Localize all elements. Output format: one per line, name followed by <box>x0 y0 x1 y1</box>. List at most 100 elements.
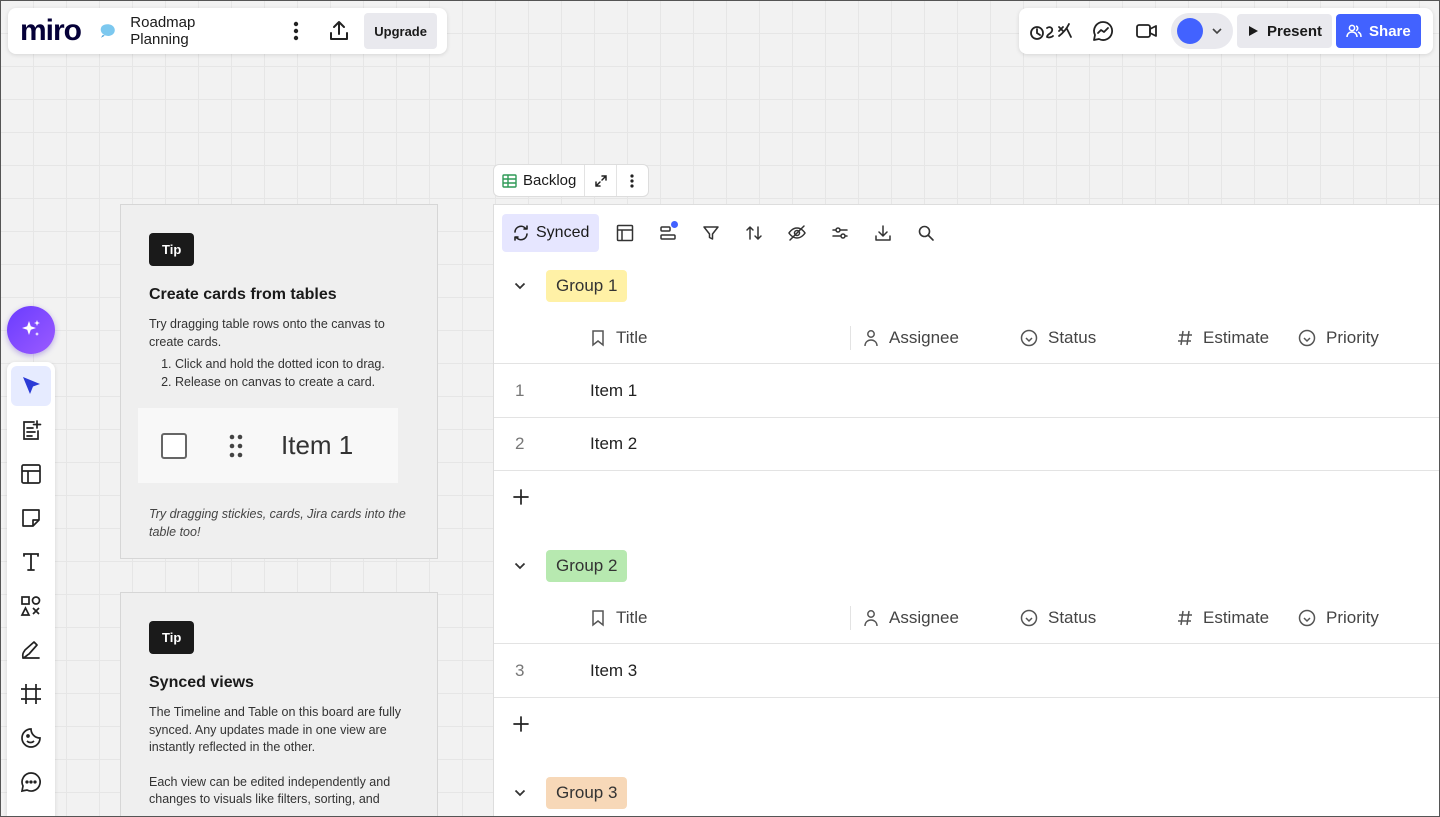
column-estimate[interactable]: Estimate <box>1177 312 1269 364</box>
column-divider <box>850 326 851 350</box>
comment-tool[interactable] <box>11 762 51 802</box>
sticky-note-icon <box>22 509 40 527</box>
expand-icon[interactable] <box>585 165 617 196</box>
chevron-down-icon[interactable] <box>494 282 546 290</box>
plus-icon <box>513 489 529 505</box>
comment-icon <box>20 772 41 793</box>
bookmark-icon <box>592 329 604 347</box>
miro-logo[interactable]: miro <box>20 16 82 46</box>
column-priority[interactable]: Priority <box>1298 312 1379 364</box>
column-status[interactable]: Status <box>1020 312 1096 364</box>
table-more-icon[interactable] <box>617 165 648 196</box>
chat-icon[interactable] <box>1087 15 1119 47</box>
tip-badge: Tip <box>149 621 195 654</box>
group-header[interactable]: Group 1 <box>494 269 628 303</box>
table-name[interactable]: Backlog <box>494 165 586 196</box>
column-header-row: Title Assignee Status Estimate Priority <box>494 592 1440 644</box>
column-label: Status <box>1048 607 1097 627</box>
column-label: Title <box>616 327 648 347</box>
layout-view-icon[interactable] <box>603 214 646 252</box>
table-toolbar: Synced <box>494 205 1440 261</box>
filter-icon[interactable] <box>689 214 732 252</box>
drag-handle-icon <box>229 434 243 457</box>
group-by-icon[interactable] <box>646 214 689 252</box>
tip-card-synced-views[interactable]: Tip Synced views The Timeline and Table … <box>120 592 438 817</box>
settings-sliders-icon[interactable] <box>818 214 861 252</box>
share-button[interactable]: Share <box>1336 14 1421 48</box>
play-icon <box>1249 26 1258 36</box>
tip-card-create-cards[interactable]: Tip Create cards from tables Try draggin… <box>120 204 438 559</box>
active-indicator <box>671 221 679 228</box>
column-divider <box>850 606 851 630</box>
board-name[interactable]: Roadmap Planning <box>130 14 253 48</box>
shapes-tool[interactable] <box>11 586 51 626</box>
more-menu-icon[interactable] <box>281 15 312 47</box>
templates-tool[interactable] <box>11 410 51 450</box>
sparkle-icon <box>22 320 40 336</box>
tip-paragraph: The Timeline and Table on this board are… <box>149 705 402 754</box>
person-icon <box>864 329 878 346</box>
column-estimate[interactable]: Estimate <box>1177 592 1269 644</box>
table-widget: Synced Group 1 Title Assignee Status Est… <box>493 204 1440 817</box>
sync-icon <box>514 225 528 241</box>
bookmark-icon <box>592 609 604 627</box>
tip-steps: Click and hold the dotted icon to drag. … <box>149 355 437 391</box>
column-status[interactable]: Status <box>1020 592 1096 644</box>
sticky-note-tool[interactable] <box>11 498 51 538</box>
group-label[interactable]: Group 2 <box>546 550 628 582</box>
search-icon[interactable] <box>904 214 947 252</box>
video-call-icon[interactable] <box>1131 15 1163 47</box>
group-label[interactable]: Group 1 <box>546 270 628 302</box>
column-priority[interactable]: Priority <box>1298 592 1379 644</box>
download-icon[interactable] <box>861 214 904 252</box>
column-label: Priority <box>1326 607 1379 627</box>
present-label: Present <box>1267 22 1323 40</box>
chevron-down-icon[interactable] <box>494 562 546 570</box>
sort-icon[interactable] <box>732 214 775 252</box>
frame-icon <box>21 684 41 704</box>
export-icon[interactable] <box>324 15 355 47</box>
row-title[interactable]: Item 2 <box>590 418 637 470</box>
column-title[interactable]: Title <box>590 592 648 644</box>
stickers-tool[interactable] <box>11 718 51 758</box>
frame-tool[interactable] <box>11 674 51 714</box>
present-button[interactable]: Present <box>1237 14 1333 48</box>
synced-button[interactable]: Synced <box>502 214 600 252</box>
select-tool[interactable] <box>11 366 51 406</box>
status-icon <box>1020 329 1038 346</box>
table-row[interactable]: 1 Item 1 <box>494 365 1440 418</box>
column-assignee[interactable]: Assignee <box>863 592 959 644</box>
group-label[interactable]: Group 3 <box>546 777 628 809</box>
ai-assist-button[interactable] <box>7 306 55 354</box>
group-header[interactable]: Group 3 <box>494 776 628 810</box>
table-title-tab: Backlog <box>493 164 649 197</box>
add-row-button[interactable] <box>494 698 1440 750</box>
cursor-icon <box>23 377 40 394</box>
reactions-icon[interactable] <box>1029 19 1077 43</box>
tip-title: Synced views <box>149 674 254 691</box>
pen-tool[interactable] <box>11 630 51 670</box>
text-tool[interactable] <box>11 542 51 582</box>
layout-tool[interactable] <box>11 454 51 494</box>
column-title[interactable]: Title <box>590 312 648 364</box>
hash-icon <box>1178 610 1192 625</box>
table-row[interactable]: 2 Item 2 <box>494 418 1440 471</box>
column-assignee[interactable]: Assignee <box>863 312 959 364</box>
left-toolbar <box>7 362 55 817</box>
group-header[interactable]: Group 2 <box>494 549 628 583</box>
demo-item-text: Item 1 <box>281 430 354 460</box>
chevron-down-icon <box>1212 28 1222 35</box>
row-title[interactable]: Item 3 <box>590 645 637 697</box>
column-label: Estimate <box>1203 327 1270 347</box>
column-label: Assignee <box>889 327 959 347</box>
upgrade-button[interactable]: Upgrade <box>364 13 437 49</box>
add-row-button[interactable] <box>494 471 1440 523</box>
hide-fields-icon[interactable] <box>775 214 818 252</box>
pen-icon <box>21 641 40 659</box>
user-avatar-menu[interactable] <box>1171 13 1233 49</box>
column-label: Status <box>1048 327 1097 347</box>
chevron-down-icon[interactable] <box>494 789 546 797</box>
person-icon <box>864 609 878 626</box>
table-row[interactable]: 3 Item 3 <box>494 645 1440 698</box>
row-title[interactable]: Item 1 <box>590 365 637 417</box>
